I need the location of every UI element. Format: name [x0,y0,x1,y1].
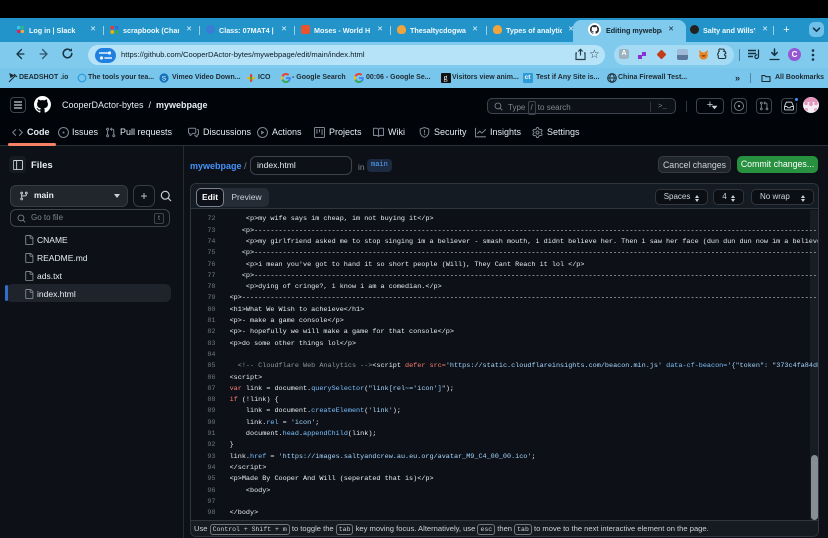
svg-text:S: S [162,75,167,82]
